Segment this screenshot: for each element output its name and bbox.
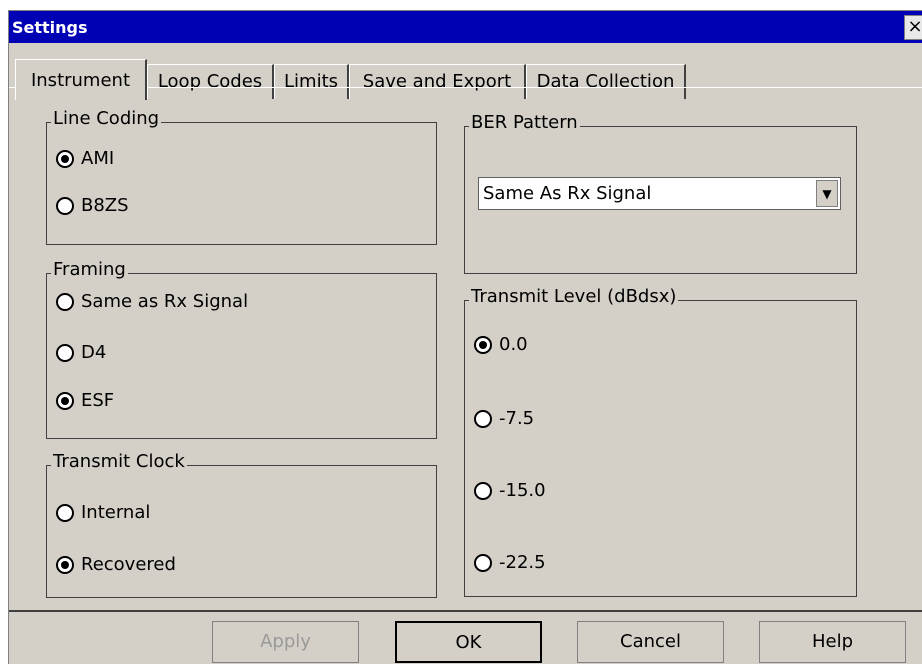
framing-group: Framing Same as Rx Signal D4 ESF bbox=[46, 259, 437, 439]
transmit-level-group: Transmit Level (dBdsx) 0.0 -7.5 -15.0 -2… bbox=[464, 286, 857, 597]
radio-label: -22.5 bbox=[499, 552, 546, 573]
transmit-clock-group: Transmit Clock Internal Recovered bbox=[46, 451, 437, 598]
line-coding-group: Line Coding AMI B8ZS bbox=[46, 108, 437, 245]
radio-selected-icon bbox=[56, 149, 74, 168]
radio-unselected-icon bbox=[56, 292, 74, 311]
ok-button[interactable]: OK bbox=[395, 621, 542, 663]
cancel-button[interactable]: Cancel bbox=[577, 621, 724, 663]
transmit-clock-internal-radio[interactable]: Internal bbox=[56, 502, 150, 523]
radio-label: 0.0 bbox=[499, 334, 528, 355]
radio-unselected-icon bbox=[56, 343, 74, 362]
radio-unselected-icon bbox=[474, 481, 492, 500]
radio-label: Internal bbox=[81, 502, 151, 523]
radio-label: Recovered bbox=[81, 554, 176, 575]
title-bar: Settings × bbox=[9, 11, 922, 43]
radio-unselected-icon bbox=[56, 503, 74, 522]
radio-unselected-icon bbox=[474, 553, 492, 572]
radio-selected-icon bbox=[56, 555, 74, 574]
transmit-level-label: Transmit Level (dBdsx) bbox=[469, 286, 679, 308]
framing-d4-radio[interactable]: D4 bbox=[56, 342, 106, 363]
radio-selected-icon bbox=[474, 335, 492, 354]
radio-label: AMI bbox=[81, 148, 115, 169]
framing-esf-radio[interactable]: ESF bbox=[56, 390, 114, 411]
settings-window: Settings × Instrument Loop Codes Limits … bbox=[8, 10, 922, 664]
radio-label: ESF bbox=[81, 390, 115, 411]
chevron-down-icon[interactable]: ▼ bbox=[816, 180, 838, 207]
radio-label: D4 bbox=[81, 342, 107, 363]
apply-button[interactable]: Apply bbox=[212, 621, 359, 663]
instrument-panel: Line Coding AMI B8ZS Framing Same as Rx … bbox=[9, 87, 922, 618]
line-coding-b8zs-radio[interactable]: B8ZS bbox=[56, 195, 129, 216]
tab-instrument[interactable]: Instrument bbox=[15, 59, 147, 100]
close-button[interactable]: × bbox=[904, 15, 922, 40]
transmit-level-0-radio[interactable]: 0.0 bbox=[474, 334, 528, 355]
radio-label: -7.5 bbox=[499, 408, 535, 429]
ber-pattern-value: Same As Rx Signal bbox=[483, 183, 652, 204]
transmit-clock-recovered-radio[interactable]: Recovered bbox=[56, 554, 176, 575]
line-coding-ami-radio[interactable]: AMI bbox=[56, 148, 114, 169]
radio-unselected-icon bbox=[56, 196, 74, 215]
transmit-clock-label: Transmit Clock bbox=[51, 451, 187, 473]
transmit-level-minus-7-5-radio[interactable]: -7.5 bbox=[474, 408, 534, 429]
close-icon: × bbox=[907, 16, 922, 37]
radio-unselected-icon bbox=[474, 409, 492, 428]
window-title: Settings bbox=[12, 18, 88, 37]
help-button[interactable]: Help bbox=[759, 621, 906, 663]
radio-selected-icon bbox=[56, 391, 74, 410]
line-coding-label: Line Coding bbox=[51, 108, 162, 130]
radio-label: -15.0 bbox=[499, 480, 546, 501]
button-bar: Apply OK Cancel Help bbox=[9, 610, 922, 664]
radio-label: Same as Rx Signal bbox=[81, 291, 249, 312]
ber-pattern-group: BER Pattern Same As Rx Signal ▼ bbox=[464, 112, 857, 274]
framing-same-as-rx-radio[interactable]: Same as Rx Signal bbox=[56, 291, 248, 312]
transmit-level-minus-15-radio[interactable]: -15.0 bbox=[474, 480, 546, 501]
radio-label: B8ZS bbox=[81, 195, 129, 216]
ber-pattern-label: BER Pattern bbox=[469, 112, 580, 134]
framing-label: Framing bbox=[51, 259, 128, 281]
tab-strip: Instrument Loop Codes Limits Save and Ex… bbox=[9, 51, 922, 100]
transmit-level-minus-22-5-radio[interactable]: -22.5 bbox=[474, 552, 546, 573]
ber-pattern-dropdown[interactable]: Same As Rx Signal ▼ bbox=[478, 177, 841, 210]
